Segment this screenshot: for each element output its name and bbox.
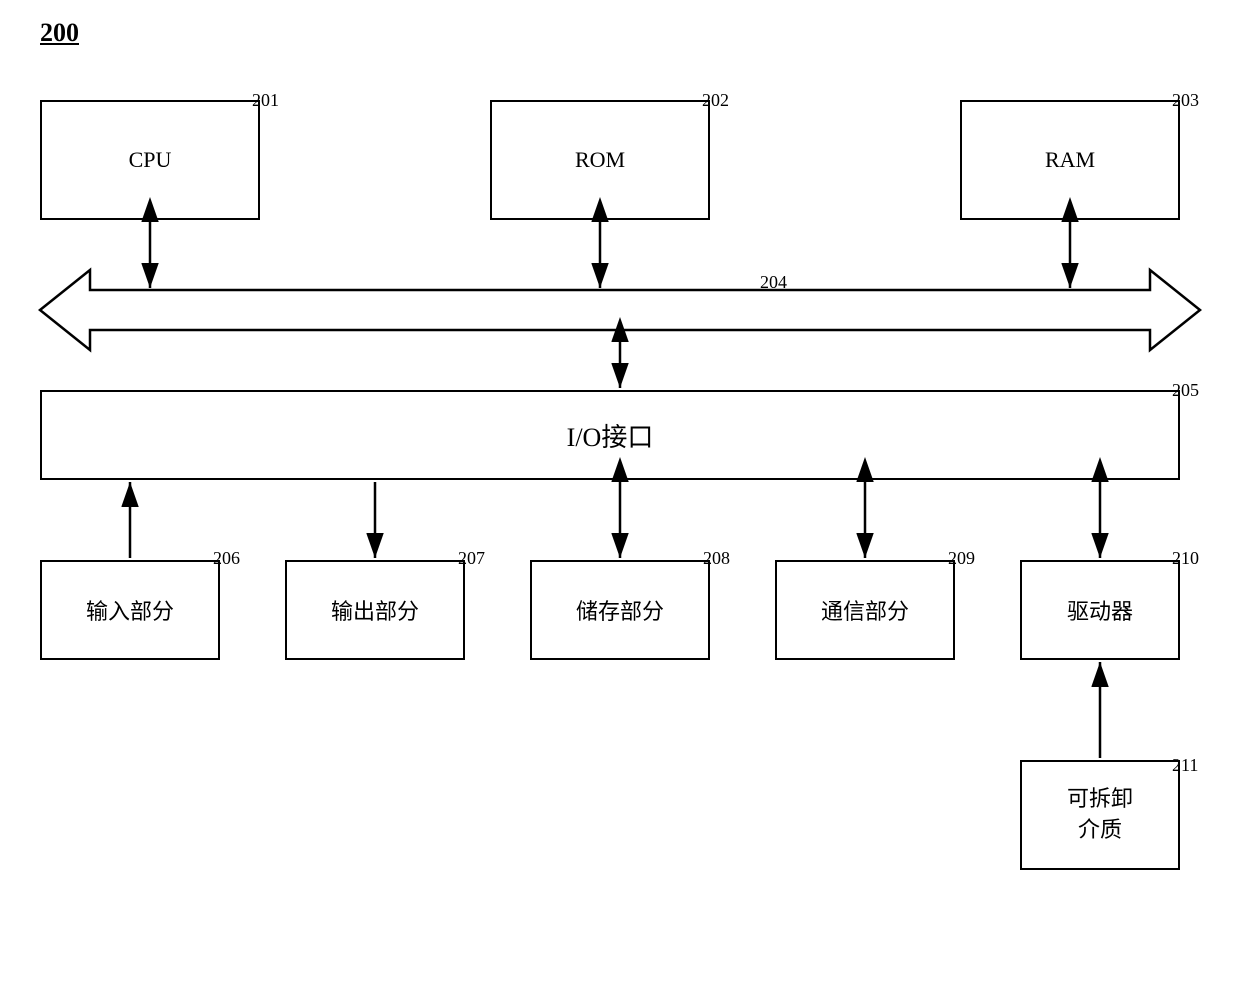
io-box: I/O接口 — [40, 390, 1180, 480]
cpu-ref: 201 — [252, 90, 279, 111]
removable-label: 可拆卸介质 — [1067, 784, 1133, 846]
input-box: 输入部分 — [40, 560, 220, 660]
cpu-label: CPU — [129, 147, 172, 173]
io-label: I/O接口 — [567, 417, 654, 454]
bus-ref: 204 — [760, 272, 787, 293]
rom-label: ROM — [575, 147, 625, 173]
removable-box: 可拆卸介质 — [1020, 760, 1180, 870]
ram-ref: 203 — [1172, 90, 1199, 111]
comm-box: 通信部分 — [775, 560, 955, 660]
cpu-box: CPU — [40, 100, 260, 220]
driver-box: 驱动器 — [1020, 560, 1180, 660]
comm-ref: 209 — [948, 548, 975, 569]
io-ref: 205 — [1172, 380, 1199, 401]
output-ref: 207 — [458, 548, 485, 569]
driver-ref: 210 — [1172, 548, 1199, 569]
ram-box: RAM — [960, 100, 1180, 220]
input-label: 输入部分 — [86, 594, 174, 626]
diagram-title: 200 — [40, 18, 79, 48]
driver-label: 驱动器 — [1067, 594, 1133, 626]
rom-ref: 202 — [702, 90, 729, 111]
output-box: 输出部分 — [285, 560, 465, 660]
input-ref: 206 — [213, 548, 240, 569]
storage-label: 储存部分 — [576, 594, 664, 626]
storage-box: 储存部分 — [530, 560, 710, 660]
bus-arrow — [40, 270, 1200, 350]
storage-ref: 208 — [703, 548, 730, 569]
output-label: 输出部分 — [331, 594, 419, 626]
ram-label: RAM — [1045, 147, 1095, 173]
comm-label: 通信部分 — [821, 594, 909, 626]
rom-box: ROM — [490, 100, 710, 220]
diagram: 200 CPU 201 ROM 202 RAM 203 I/O接口 205 输入… — [0, 0, 1240, 1000]
removable-ref: 211 — [1172, 755, 1198, 776]
